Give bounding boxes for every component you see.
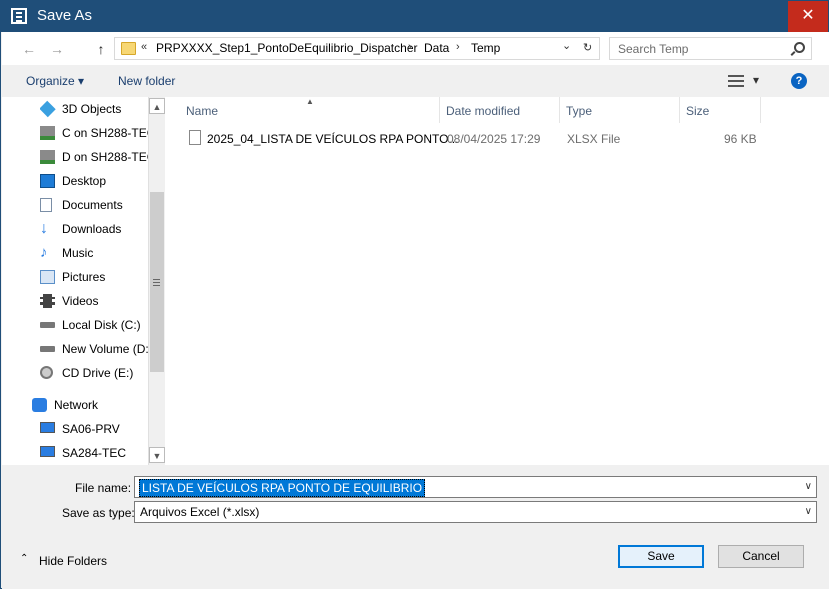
refresh-icon[interactable]: ↻ bbox=[583, 41, 592, 54]
address-row: ← → ↑ « PRPXXXX_Step1_PontoDeEquilibrio_… bbox=[2, 32, 829, 65]
nav-item-d-drive[interactable]: D on SH288-TEC bbox=[40, 147, 148, 167]
nav-item-pictures[interactable]: Pictures bbox=[40, 267, 148, 287]
music-icon: ♪ bbox=[40, 244, 48, 261]
new-folder-button[interactable]: New folder bbox=[118, 74, 175, 88]
breadcrumb-separator[interactable]: › bbox=[456, 41, 460, 53]
view-options-icon[interactable] bbox=[728, 75, 744, 87]
save-as-type-dropdown-icon[interactable]: ∨ bbox=[805, 506, 812, 517]
save-as-type-label: Save as type: bbox=[62, 506, 135, 520]
nav-item-documents[interactable]: Documents bbox=[40, 195, 148, 215]
save-as-type-value: Arquivos Excel (*.xlsx) bbox=[140, 505, 260, 519]
help-icon[interactable]: ? bbox=[791, 73, 807, 89]
filename-field[interactable]: LISTA DE VEÍCULOS RPA PONTO DE EQUILIBRI… bbox=[134, 476, 817, 498]
address-bar[interactable]: « PRPXXXX_Step1_PontoDeEquilibrio_Dispat… bbox=[114, 37, 600, 60]
nav-item-new-volume-d[interactable]: New Volume (D:) bbox=[40, 339, 148, 359]
file-size: 96 KB bbox=[724, 132, 757, 146]
column-header-type[interactable]: Type bbox=[560, 97, 680, 123]
documents-icon bbox=[40, 198, 52, 212]
scroll-grip-icon bbox=[153, 279, 160, 280]
filename-dropdown-icon[interactable]: ∨ bbox=[805, 481, 812, 492]
computer-icon bbox=[40, 446, 55, 457]
save-options-area: File name: LISTA DE VEÍCULOS RPA PONTO D… bbox=[2, 465, 829, 589]
column-header-name[interactable]: Name bbox=[180, 97, 440, 123]
pictures-icon bbox=[40, 270, 55, 284]
cancel-button[interactable]: Cancel bbox=[718, 545, 804, 568]
search-input[interactable] bbox=[610, 38, 790, 59]
breadcrumb-dispatcher[interactable]: PRPXXXX_Step1_PontoDeEquilibrio_Dispatch… bbox=[156, 41, 418, 55]
nav-item-sa284-tec[interactable]: SA284-TEC bbox=[40, 443, 148, 463]
organize-button[interactable]: Organize ▾ bbox=[26, 74, 84, 88]
file-icon bbox=[189, 130, 201, 145]
breadcrumb-separator[interactable]: › bbox=[408, 41, 412, 53]
forward-button[interactable]: → bbox=[48, 40, 66, 58]
network-icon bbox=[32, 398, 47, 412]
breadcrumb-data[interactable]: Data bbox=[424, 41, 449, 55]
computer-icon bbox=[40, 422, 55, 433]
cube-icon bbox=[40, 100, 56, 118]
nav-item-cd-drive-e[interactable]: CD Drive (E:) bbox=[40, 363, 148, 383]
breadcrumb-temp[interactable]: Temp bbox=[471, 41, 500, 55]
navigation-scrollbar[interactable]: ▲ ▼ bbox=[148, 97, 165, 465]
hide-folders-label: Hide Folders bbox=[39, 554, 108, 568]
disk-icon bbox=[40, 346, 55, 352]
save-as-dialog: Save As ✕ ← → ↑ « PRPXXXX_Step1_PontoDeE… bbox=[0, 0, 829, 589]
file-date: 08/04/2025 17:29 bbox=[447, 132, 541, 146]
address-dropdown-icon[interactable]: ⌄ bbox=[562, 39, 571, 52]
title-bar: Save As ✕ bbox=[1, 1, 828, 32]
nav-item-local-disk-c[interactable]: Local Disk (C:) bbox=[40, 315, 148, 335]
nav-item-videos[interactable]: Videos bbox=[40, 291, 148, 311]
scroll-thumb[interactable] bbox=[150, 192, 164, 372]
downloads-icon: ↓ bbox=[40, 220, 48, 237]
chevron-up-icon: ⌃ bbox=[20, 553, 29, 564]
file-row[interactable]: 2025_04_LISTA DE VEÍCULOS RPA PONTO... 0… bbox=[165, 127, 765, 151]
back-button[interactable]: ← bbox=[20, 40, 38, 58]
column-header-date[interactable]: Date modified bbox=[440, 97, 560, 123]
file-type: XLSX File bbox=[567, 132, 621, 146]
save-button[interactable]: Save bbox=[618, 545, 704, 568]
scroll-up-button[interactable]: ▲ bbox=[149, 98, 165, 114]
app-icon bbox=[11, 8, 27, 24]
nav-item-music[interactable]: ♪ Music bbox=[40, 243, 148, 263]
close-button[interactable]: ✕ bbox=[788, 1, 828, 32]
search-box[interactable] bbox=[609, 37, 812, 60]
filename-value[interactable]: LISTA DE VEÍCULOS RPA PONTO DE EQUILIBRI… bbox=[139, 479, 426, 497]
nav-item-network[interactable]: Network bbox=[32, 395, 142, 415]
scroll-down-button[interactable]: ▼ bbox=[149, 447, 165, 463]
videos-icon bbox=[40, 294, 55, 308]
view-dropdown-icon[interactable]: ▾ bbox=[753, 73, 759, 87]
filename-label: File name: bbox=[75, 481, 132, 495]
nav-item-3d-objects[interactable]: 3D Objects bbox=[40, 99, 148, 119]
nav-item-desktop[interactable]: Desktop bbox=[40, 171, 148, 191]
save-as-type-select[interactable]: Arquivos Excel (*.xlsx) ∨ bbox=[134, 501, 817, 523]
file-list: ▲ Name Date modified Type Size 2025_04_L… bbox=[165, 97, 829, 465]
nav-item-c-drive[interactable]: C on SH288-TEC bbox=[40, 123, 148, 143]
network-drive-icon bbox=[40, 126, 55, 140]
file-name: 2025_04_LISTA DE VEÍCULOS RPA PONTO... bbox=[207, 132, 459, 146]
cd-drive-icon bbox=[40, 366, 53, 379]
up-button[interactable]: ↑ bbox=[92, 40, 110, 58]
network-drive-icon bbox=[40, 150, 55, 164]
navigation-pane: 3D Objects C on SH288-TEC D on SH288-TEC… bbox=[2, 97, 148, 465]
disk-icon bbox=[40, 322, 55, 328]
desktop-icon bbox=[40, 174, 55, 188]
nav-item-downloads[interactable]: ↓ Downloads bbox=[40, 219, 148, 239]
folder-icon bbox=[121, 42, 136, 55]
search-icon bbox=[794, 42, 805, 53]
nav-item-sa06-prv[interactable]: SA06-PRV bbox=[40, 419, 148, 439]
window-title: Save As bbox=[37, 7, 93, 24]
toolbar: Organize ▾ New folder ▾ ? bbox=[2, 65, 829, 97]
column-header-size[interactable]: Size bbox=[680, 97, 761, 123]
address-overflow[interactable]: « bbox=[141, 41, 147, 53]
